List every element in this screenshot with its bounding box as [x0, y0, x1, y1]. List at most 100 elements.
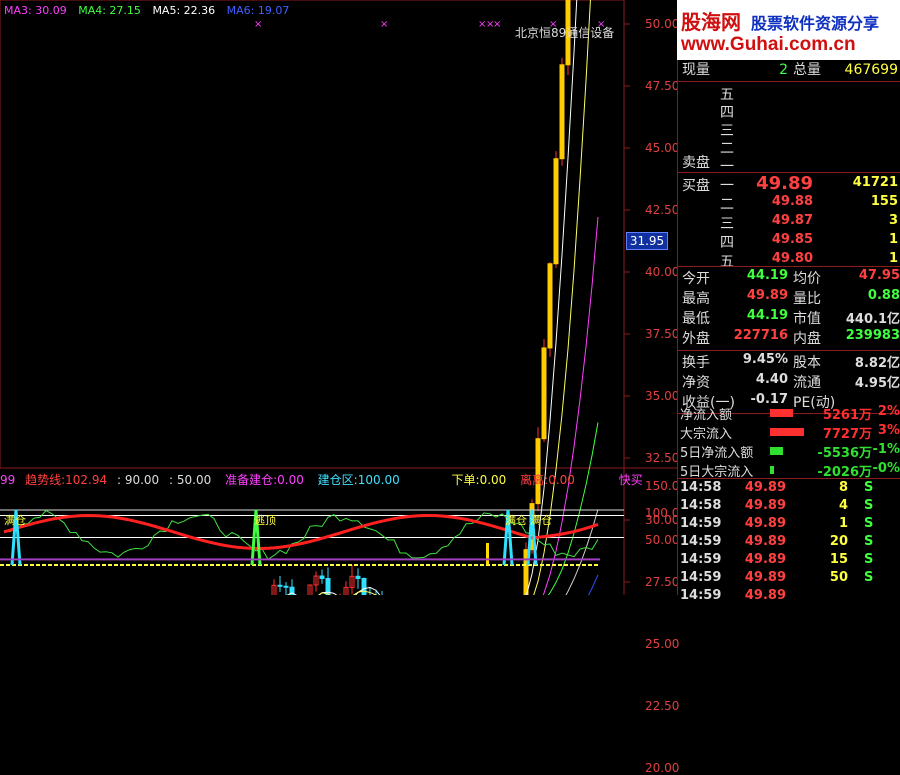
indicator-header: 99 趋势线:102.94 : 90.00 : 50.00 准备建仓:0.00 …	[0, 471, 643, 488]
flow-percent: 3%	[877, 423, 900, 438]
tick-price: 49.89	[744, 498, 786, 513]
zongliang-label: 总量	[793, 62, 821, 78]
indicator-period: 99	[0, 473, 16, 487]
price-tick-label: 45.00	[645, 141, 680, 155]
sell-label: 卖盘	[682, 155, 710, 171]
candle-body	[541, 347, 547, 440]
fin-value: 8.82亿	[854, 356, 900, 371]
ma4-line	[547, 422, 599, 595]
buy-level-price: 49.87	[771, 213, 813, 228]
event-marker: ×	[380, 19, 388, 30]
stat-value: 49.89	[746, 288, 788, 303]
current-price-tag: 31.95	[626, 232, 668, 250]
tick-price: 49.89	[744, 552, 786, 567]
buy-level-volume: 155	[870, 194, 898, 209]
price-tick-label: 42.50	[645, 203, 680, 217]
flow-bar	[770, 447, 784, 455]
tick-time: 14:59	[680, 534, 722, 549]
mark-escape-top: 逃顶	[254, 514, 276, 527]
price-chart[interactable]: × × × ×× × ×	[0, 0, 677, 595]
trend-value: 102.94	[65, 473, 108, 487]
flow-value: 7727万	[822, 427, 872, 442]
xianliang-value: 2	[779, 62, 788, 78]
candle-body	[277, 584, 283, 587]
buy-level-price: 49.89	[756, 173, 813, 194]
line50-value: : 50.00	[169, 473, 212, 487]
buy-label: 买盘	[682, 178, 710, 194]
flow-percent: -0%	[872, 461, 900, 476]
price-tick-label: 37.50	[645, 327, 680, 341]
price-tick-label: 50.00	[645, 17, 680, 31]
fin-label: 净资	[682, 375, 710, 391]
ma5-label: MA5: 22.36	[152, 4, 216, 17]
buy-level-volume: 41721	[852, 175, 898, 190]
buy-level-volume: 3	[888, 213, 898, 228]
tick-volume: 50	[829, 570, 848, 585]
stat-value: 44.19	[746, 308, 788, 323]
price-tick-label: 47.50	[645, 79, 680, 93]
tick-volume: 1	[838, 516, 848, 531]
stat-label: 今开	[682, 271, 710, 287]
leave-value: 0.00	[548, 473, 575, 487]
prep-value: 0.00	[277, 473, 304, 487]
stat-label: 均价	[793, 271, 821, 287]
ma2-line	[317, 0, 591, 595]
buy-level-label: 二	[720, 197, 734, 213]
stat-value: 44.19	[746, 268, 788, 283]
fast-buy-label: 快买	[618, 473, 643, 487]
tick-side: S	[864, 534, 874, 549]
ma4-label: MA4: 27.15	[78, 4, 141, 17]
price-tick-label: 35.00	[645, 389, 680, 403]
tick-side: S	[864, 552, 874, 567]
mark-full-3: 满仓	[530, 514, 552, 527]
buy-level-price: 49.80	[771, 251, 813, 266]
flow-value: 5261万	[822, 408, 872, 423]
tick-side: S	[864, 570, 874, 585]
buy-level-label: 三	[720, 216, 734, 232]
fin-label: 流通	[793, 375, 821, 391]
price-tick-label: 40.00	[645, 265, 680, 279]
tick-time: 14:58	[680, 480, 722, 495]
buy-level-label: 四	[720, 235, 734, 251]
volume-row: 现量 2 总量 467699	[678, 60, 900, 80]
stat-label: 外盘	[682, 331, 710, 347]
broker-label: 北京恒89通信设备	[515, 26, 615, 40]
stat-label: 最低	[682, 311, 710, 327]
candle-body	[283, 585, 289, 588]
build-label: 建仓区:	[317, 473, 358, 487]
tick-time: 14:59	[680, 552, 722, 567]
fin-value: 4.95亿	[854, 376, 900, 391]
ma-legend: MA3: 30.09 MA4: 27.15 MA5: 22.36 MA6: 19…	[4, 4, 297, 17]
buy-level-price: 49.88	[771, 194, 813, 209]
ma3-label: MA3: 30.09	[4, 4, 67, 17]
trend-label: 趋势线:	[25, 473, 66, 487]
ma6-label: MA6: 19.07	[226, 4, 290, 17]
tick-volume: 15	[829, 552, 848, 567]
tick-price: 49.89	[744, 534, 786, 549]
sell-level-label: 二	[720, 141, 734, 157]
buy-level-label: 一	[720, 178, 734, 194]
zongliang-value: 467699	[844, 62, 898, 78]
tick-time: 14:58	[680, 498, 722, 513]
fin-label: 股本	[793, 355, 821, 371]
tick-side: S	[864, 480, 874, 495]
sell-level-label: 三	[720, 123, 734, 139]
mark-full-1: 满仓	[4, 514, 26, 527]
buy-level-volume: 1	[888, 251, 898, 266]
stat-label: 市值	[793, 311, 821, 327]
stat-value: 47.95	[858, 268, 900, 283]
logo-cn: 股海网	[681, 10, 741, 34]
stat-value: 227716	[733, 328, 788, 343]
logo-url: www.Guhai.com.cn	[681, 34, 856, 55]
price-tick-label: 32.50	[645, 451, 680, 465]
current-price-value: 31.95	[629, 234, 665, 248]
flow-value: -5536万	[817, 446, 872, 461]
tick-price: 49.89	[744, 480, 786, 495]
tick-side: S	[864, 516, 874, 531]
indicator-tick-label: 50.00	[645, 533, 680, 547]
main-chart-frame	[0, 0, 625, 469]
flow-percent: 2%	[877, 404, 900, 419]
fin-value: 9.45%	[742, 352, 788, 367]
buy-level-volume: 1	[888, 232, 898, 247]
prep-label: 准备建仓:	[225, 473, 278, 487]
